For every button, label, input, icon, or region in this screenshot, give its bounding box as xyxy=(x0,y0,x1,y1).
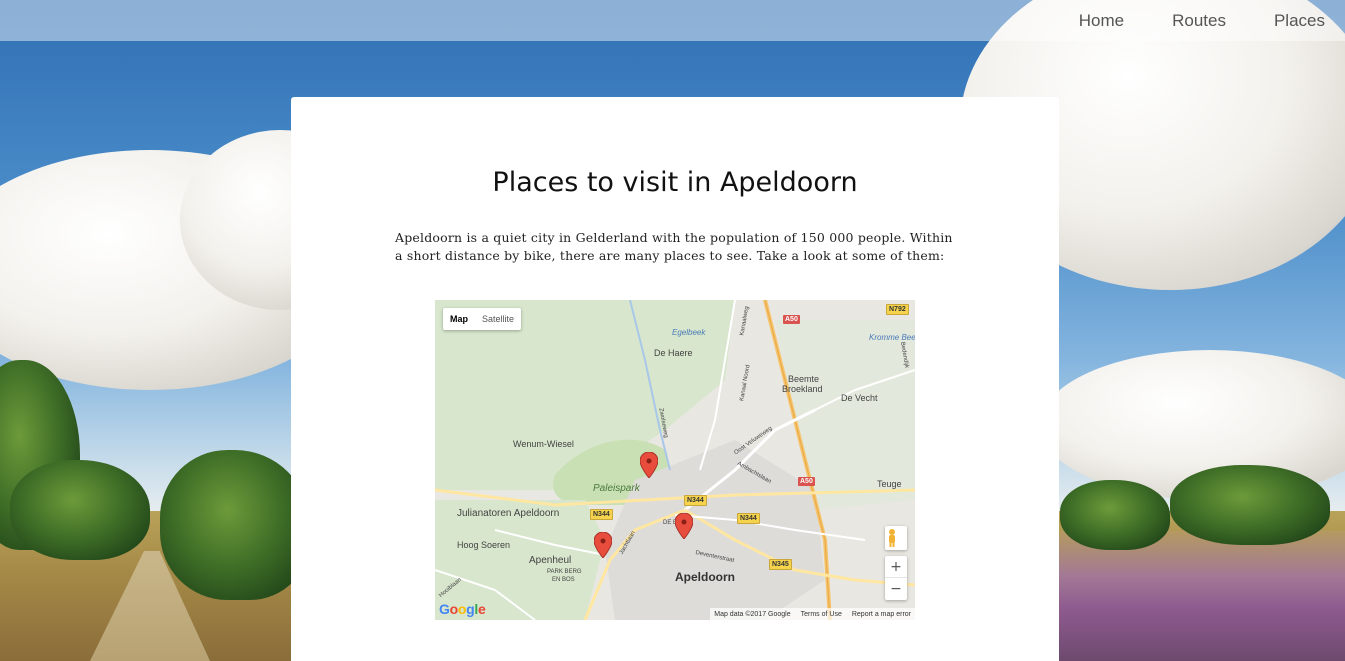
map-label-paleispark: Paleispark xyxy=(593,483,640,494)
tree xyxy=(1060,480,1170,550)
road-sign-n345: N345 xyxy=(769,559,792,570)
tree xyxy=(10,460,150,560)
road-sign-a50: A50 xyxy=(798,477,815,486)
google-logo[interactable]: Google xyxy=(439,601,486,617)
map-label-apeldoorn: Apeldoorn xyxy=(675,570,735,584)
heather-field xyxy=(1059,531,1345,661)
map-label-de-haere: De Haere xyxy=(654,348,693,358)
map-type-map-button[interactable]: Map xyxy=(443,308,475,330)
street-view-pegman-icon[interactable] xyxy=(885,526,907,550)
map-label-broekland: Broekland xyxy=(782,384,823,394)
map-label-kromme-beek: Kromme Beek xyxy=(869,333,915,342)
map-label-en-bos: EN BOS xyxy=(552,577,575,583)
zoom-control: + − xyxy=(885,556,907,600)
terms-of-use-link[interactable]: Terms of Use xyxy=(801,611,842,618)
main-nav: Home Routes Places xyxy=(1051,0,1345,41)
tree xyxy=(1170,465,1330,545)
map-data-attribution: Map data ©2017 Google xyxy=(714,610,791,618)
map-label-egelbeek: Egelbeek xyxy=(672,328,706,337)
google-map[interactable]: Map Satellite Egelbeek Kromme Beek De Ha… xyxy=(435,300,915,620)
map-footer: Map data ©2017 Google Terms of Use Repor… xyxy=(710,608,915,620)
zoom-out-button[interactable]: − xyxy=(885,578,907,600)
road-sign-n792: N792 xyxy=(886,304,909,315)
map-marker-paleis-het-loo[interactable] xyxy=(640,452,658,478)
map-marker-apenheul[interactable] xyxy=(594,532,612,558)
map-label-hoog-soeren: Hoog Soeren xyxy=(457,540,511,550)
road-sign-a50: A50 xyxy=(783,315,800,324)
map-label-julianatoren: Julianatoren Apeldoorn xyxy=(457,508,560,519)
map-label-wenum-wiesel: Wenum-Wiesel xyxy=(513,439,574,449)
content-card: Places to visit in Apeldoorn Apeldoorn i… xyxy=(291,97,1059,661)
map-label-de-vecht: De Vecht xyxy=(841,393,878,403)
tree xyxy=(160,450,310,600)
zoom-in-button[interactable]: + xyxy=(885,556,907,578)
map-type-satellite-button[interactable]: Satellite xyxy=(475,308,521,330)
page-title: Places to visit in Apeldoorn xyxy=(492,167,858,198)
map-type-control: Map Satellite xyxy=(443,308,522,330)
map-label-beemte: Beemte xyxy=(788,374,820,384)
road-sign-n344: N344 xyxy=(737,513,760,524)
map-label-teuge: Teuge xyxy=(877,479,902,489)
map-marker-city-center[interactable] xyxy=(675,513,693,539)
nav-places-link[interactable]: Places xyxy=(1274,11,1325,31)
nav-home-link[interactable]: Home xyxy=(1079,11,1124,31)
map-label-apenheul: Apenheul xyxy=(529,555,572,566)
map-label-park-berg: PARK BERG xyxy=(547,569,582,575)
road-sign-n344: N344 xyxy=(590,509,613,520)
intro-text: Apeldoorn is a quiet city in Gelderland … xyxy=(395,230,953,263)
nav-routes-link[interactable]: Routes xyxy=(1172,11,1226,31)
report-map-error-link[interactable]: Report a map error xyxy=(852,611,911,618)
road-sign-n344: N344 xyxy=(684,495,707,506)
